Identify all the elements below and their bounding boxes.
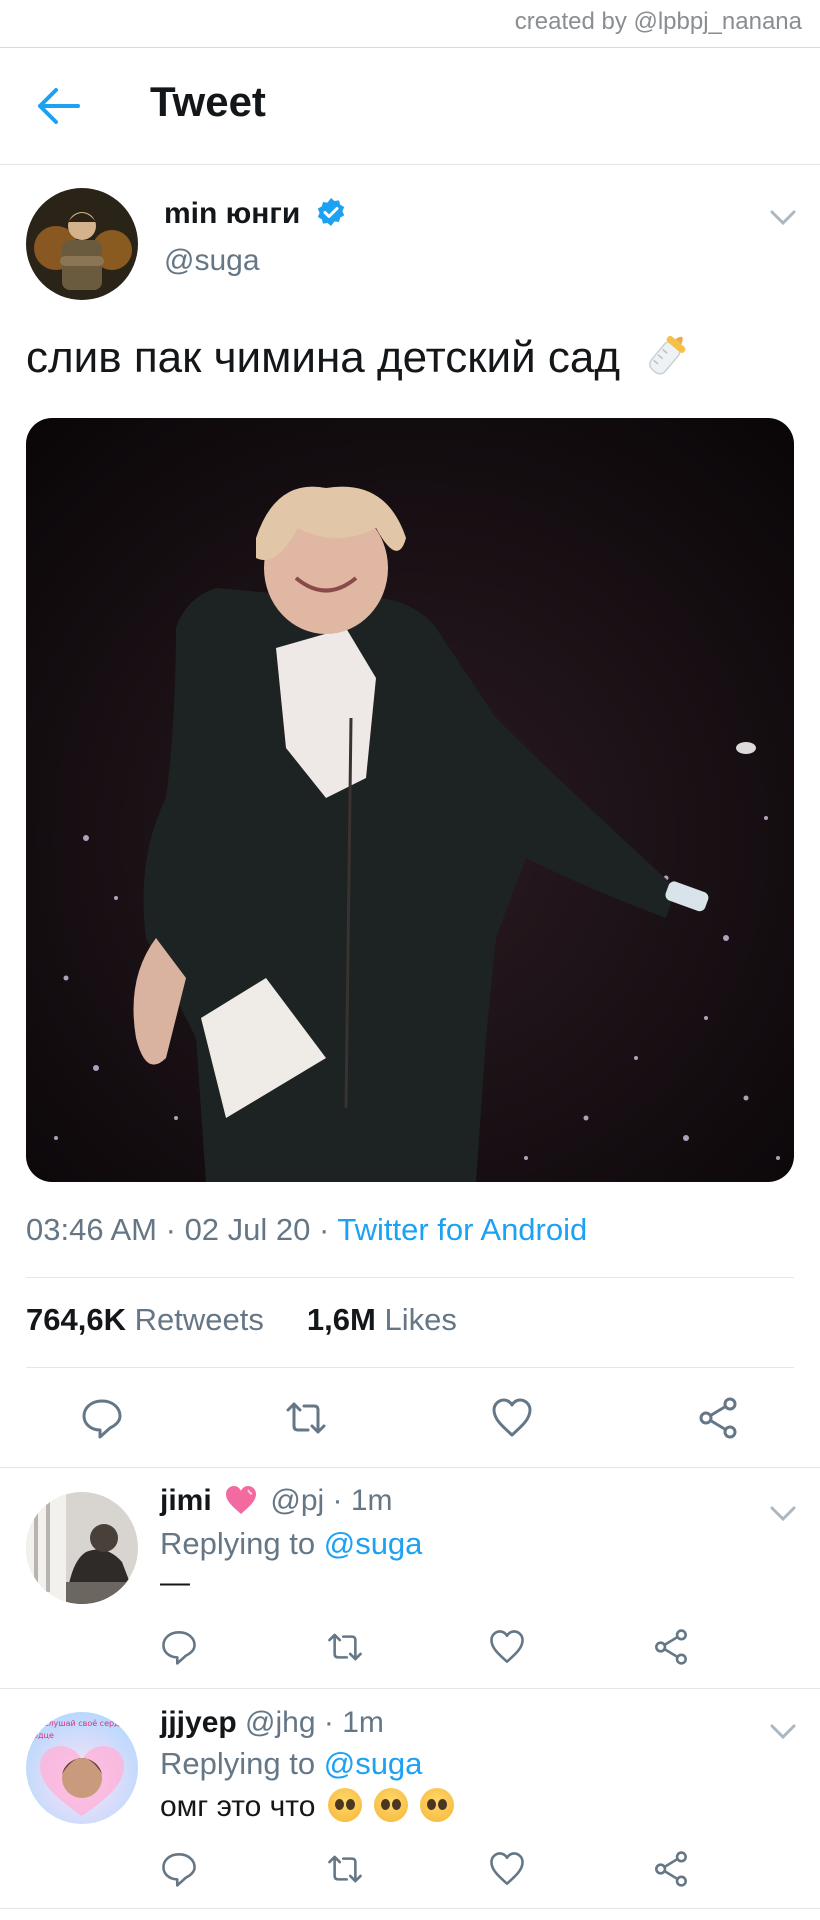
divider [26, 1367, 794, 1368]
replying-to-link[interactable]: @suga [324, 1746, 423, 1781]
pleading-face-icon [420, 1788, 455, 1822]
retweets-stat[interactable]: 764,6K Retweets [26, 1302, 264, 1337]
replying-to-label: Replying to [160, 1746, 316, 1781]
back-arrow-icon[interactable] [36, 86, 82, 126]
replying-to-label: Replying to [160, 1526, 316, 1561]
likes-stat[interactable]: 1,6M Likes [307, 1302, 457, 1337]
author-name[interactable]: min юнги [164, 196, 347, 231]
replying-to: Replying to @suga [160, 1746, 422, 1782]
avatar-caption-1: слушай своё сердце [44, 1719, 130, 1728]
replying-to: Replying to @suga [160, 1526, 422, 1562]
meta-sep-1: · [165, 1212, 176, 1247]
reply-header: jimi @pj · 1m [160, 1484, 393, 1518]
reply-meta: @jhg · 1m [245, 1706, 384, 1739]
chevron-down-icon[interactable] [770, 1506, 796, 1522]
pleading-face-icon [327, 1788, 362, 1822]
tweet-photo[interactable] [26, 418, 794, 1182]
like-icon[interactable] [488, 1628, 526, 1666]
tweet-stats: 764,6K Retweets 1,6M Likes [26, 1302, 457, 1338]
tweet-date: 02 Jul 20 [184, 1212, 311, 1247]
reply-icon[interactable] [160, 1850, 198, 1888]
likes-label: Likes [384, 1302, 457, 1337]
retweets-label: Retweets [134, 1302, 264, 1337]
replying-to-link[interactable]: @suga [324, 1526, 423, 1561]
reply-header: jjjyep @jhg · 1m [160, 1706, 384, 1740]
section-divider [0, 1688, 820, 1689]
tweet-time: 03:46 AM [26, 1212, 157, 1247]
reply-text: — [160, 1566, 190, 1599]
reply-icon[interactable] [80, 1396, 124, 1440]
author-avatar[interactable] [26, 188, 138, 300]
reply-meta: @pj · 1m [270, 1484, 393, 1517]
tweet-text-content: слив пак чимина детский сад [26, 333, 621, 382]
reply-icon[interactable] [160, 1628, 198, 1666]
tweet-source-link[interactable]: Twitter for Android [337, 1212, 587, 1247]
reply-name[interactable]: jimi [160, 1484, 212, 1517]
verified-badge-icon [317, 198, 344, 226]
reply-text-content: омг это что [160, 1790, 316, 1823]
avatar-caption-2: ердце [28, 1731, 54, 1740]
share-icon[interactable] [696, 1396, 740, 1440]
chevron-down-icon[interactable] [770, 210, 796, 226]
author-handle[interactable]: @suga [164, 244, 260, 278]
share-icon[interactable] [652, 1628, 690, 1666]
divider [26, 1277, 794, 1278]
baby-bottle-icon [649, 335, 686, 375]
likes-count: 1,6M [306, 1302, 376, 1337]
tweet-timestamp: 03:46 AM · 02 Jul 20 · Twitter for Andro… [26, 1212, 587, 1248]
retweets-count: 764,6K [26, 1302, 126, 1337]
section-divider [0, 1467, 820, 1468]
author-name-text: min юнги [164, 197, 301, 230]
tweet-text: слив пак чимина детский сад [26, 326, 696, 383]
retweet-icon[interactable] [326, 1850, 364, 1888]
like-icon[interactable] [488, 1850, 526, 1888]
retweet-icon[interactable] [284, 1396, 328, 1440]
retweet-icon[interactable] [326, 1628, 364, 1666]
pleading-face-icon [374, 1788, 409, 1822]
reply-text: омг это что [160, 1788, 455, 1824]
section-divider [0, 1908, 820, 1909]
pink-heart-icon [226, 1486, 257, 1514]
share-icon[interactable] [652, 1850, 690, 1888]
reply-avatar[interactable]: слушай своё сердце ердце [26, 1712, 138, 1824]
app-header: Tweet [0, 48, 820, 165]
watermark-credit: created by @lpbpj_nanana [514, 8, 802, 35]
chevron-down-icon[interactable] [770, 1724, 796, 1740]
reply-name[interactable]: jjjyep [160, 1706, 237, 1739]
reply-avatar[interactable] [26, 1492, 138, 1604]
meta-sep-2: · [319, 1212, 330, 1247]
like-icon[interactable] [490, 1396, 534, 1440]
page-title: Tweet [150, 78, 266, 125]
